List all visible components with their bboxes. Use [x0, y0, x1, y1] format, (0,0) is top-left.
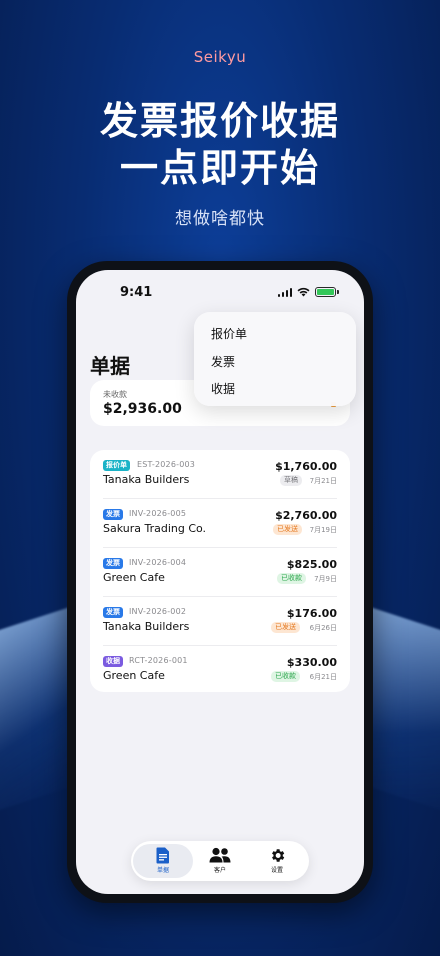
doc-date: 6月26日: [309, 624, 337, 632]
unpaid-label: 未收款: [103, 390, 127, 399]
battery-icon: [315, 287, 339, 297]
phone-frame: 9:41 单据 未收款 $2,936.00 报价单 发票 收据 报价单 EST-…: [67, 261, 373, 903]
tab-label: 客户: [213, 867, 226, 874]
headline-line-1: 发票报价收据: [99, 99, 340, 143]
doc-date: 6月21日: [309, 673, 337, 681]
doc-type-badge: 发票: [103, 509, 123, 520]
doc-date: 7月21日: [309, 477, 337, 485]
doc-amount: $176.00: [286, 607, 337, 620]
doc-number: INV-2026-002: [129, 607, 187, 616]
doc-type-badge: 发票: [103, 607, 123, 618]
status-badge: 已收款: [271, 671, 300, 682]
brand-name: Seikyu: [193, 48, 247, 66]
menu-item-estimate[interactable]: 报价单: [194, 321, 356, 349]
cellular-signal-icon: [277, 287, 292, 297]
document-list: 报价单 EST-2026-003 Tanaka Builders $1,760.…: [90, 450, 350, 692]
client-name: Sakura Trading Co.: [103, 522, 207, 535]
document-icon: [156, 847, 169, 864]
document-row[interactable]: 收据 RCT-2026-001 Green Cafe $330.00 已收款 6…: [103, 646, 337, 695]
new-document-menu: 报价单 发票 收据: [194, 312, 356, 406]
doc-date: 7月19日: [309, 526, 337, 534]
status-bar: 9:41: [76, 285, 364, 305]
document-row[interactable]: 发票 INV-2026-002 Tanaka Builders $176.00 …: [103, 597, 337, 646]
document-row[interactable]: 发票 INV-2026-004 Green Cafe $825.00 已收款 7…: [103, 548, 337, 597]
doc-number: EST-2026-003: [137, 460, 196, 469]
tab-customers[interactable]: 客户: [190, 844, 250, 878]
unpaid-amount: $2,936.00: [103, 401, 182, 417]
status-badge: 已收款: [277, 573, 306, 584]
menu-item-invoice[interactable]: 发票: [194, 349, 356, 377]
document-row[interactable]: 发票 INV-2026-005 Sakura Trading Co. $2,76…: [103, 499, 337, 548]
doc-amount: $1,760.00: [275, 460, 337, 473]
status-badge: 已发送: [273, 524, 302, 535]
doc-type-badge: 收据: [103, 656, 123, 667]
tab-bar: 单据 客户 设置: [131, 841, 309, 881]
doc-type-badge: 发票: [103, 558, 123, 569]
status-time: 9:41: [120, 285, 153, 300]
phone-screen: 9:41 单据 未收款 $2,936.00 报价单 发票 收据 报价单 EST-…: [76, 270, 364, 894]
tab-label: 设置: [270, 867, 283, 874]
tab-documents[interactable]: 单据: [133, 844, 193, 878]
client-name: Tanaka Builders: [103, 473, 190, 486]
status-badge: 草稿: [280, 475, 302, 486]
headline-line-2: 一点即开始: [119, 146, 320, 190]
client-name: Green Cafe: [103, 669, 165, 682]
doc-amount: $825.00: [286, 558, 337, 571]
doc-number: INV-2026-004: [129, 558, 187, 567]
menu-item-receipt[interactable]: 收据: [194, 376, 356, 404]
gear-icon: [271, 849, 284, 862]
document-row[interactable]: 报价单 EST-2026-003 Tanaka Builders $1,760.…: [103, 450, 337, 499]
promo-headline: 发票报价收据 一点即开始: [0, 98, 440, 192]
promo-subtitle: 想做啥都快: [175, 209, 265, 229]
client-name: Tanaka Builders: [103, 620, 190, 633]
doc-date: 7月9日: [314, 575, 337, 583]
tab-settings[interactable]: 设置: [247, 844, 307, 878]
doc-number: RCT-2026-001: [129, 656, 188, 665]
doc-type-badge: 报价单: [103, 460, 130, 471]
people-icon: [209, 847, 231, 863]
doc-number: INV-2026-005: [129, 509, 187, 518]
doc-amount: $2,760.00: [275, 509, 337, 522]
status-badge: 已发送: [271, 622, 300, 633]
tab-label: 单据: [156, 867, 169, 874]
doc-amount: $330.00: [286, 656, 337, 669]
page-title: 单据: [90, 354, 130, 378]
client-name: Green Cafe: [103, 571, 165, 584]
wifi-icon: [297, 287, 310, 297]
